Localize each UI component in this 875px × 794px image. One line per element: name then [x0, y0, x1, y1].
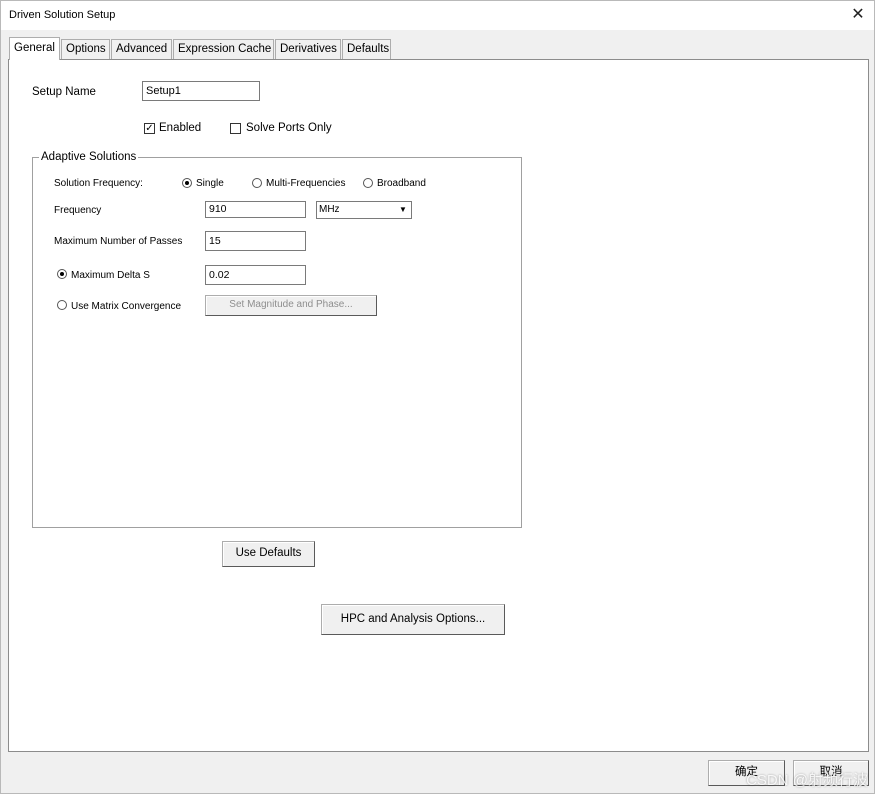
use-matrix-convergence-label: Use Matrix Convergence	[71, 301, 182, 312]
broadband-radio[interactable]	[363, 178, 373, 188]
adaptive-solutions-title: Adaptive Solutions	[39, 151, 139, 163]
max-delta-s-label: Maximum Delta S	[71, 270, 150, 281]
solve-ports-only-checkbox[interactable]	[230, 123, 241, 134]
solution-frequency-label: Solution Frequency:	[54, 178, 143, 189]
setup-name-label: Setup Name	[32, 86, 96, 98]
use-defaults-button[interactable]: Use Defaults	[222, 541, 315, 567]
tab-defaults[interactable]: Defaults	[342, 39, 391, 59]
hpc-analysis-options-button[interactable]: HPC and Analysis Options...	[321, 604, 505, 635]
enabled-label: Enabled	[159, 122, 202, 134]
title-bar: Driven Solution Setup ✕	[1, 1, 874, 30]
solve-ports-only-label: Solve Ports Only	[246, 122, 332, 134]
broadband-label: Broadband	[377, 178, 426, 189]
watermark-text: CSDN @射频行波	[746, 772, 868, 789]
setup-name-input[interactable]: Setup1	[142, 81, 260, 101]
general-panel: Setup Name Setup1 ✓ Enabled Solve Ports …	[8, 59, 869, 752]
window-title: Driven Solution Setup	[9, 9, 116, 21]
enabled-checkbox[interactable]: ✓	[144, 123, 155, 134]
tab-expression-cache[interactable]: Expression Cache	[173, 39, 274, 59]
max-delta-s-radio[interactable]	[57, 269, 67, 279]
multi-frequencies-label: Multi-Frequencies	[266, 178, 346, 189]
close-icon[interactable]: ✕	[846, 4, 870, 26]
use-matrix-convergence-radio[interactable]	[57, 300, 67, 310]
max-delta-s-input[interactable]: 0.02	[205, 265, 306, 285]
set-magnitude-phase-button[interactable]: Set Magnitude and Phase...	[205, 295, 377, 316]
max-passes-input[interactable]: 15	[205, 231, 306, 251]
frequency-input[interactable]: 910	[205, 201, 306, 218]
single-label: Single	[196, 178, 224, 189]
frequency-unit-value: MHz	[319, 204, 340, 215]
frequency-label: Frequency	[54, 205, 102, 216]
tab-advanced[interactable]: Advanced	[111, 39, 172, 59]
multi-frequencies-radio[interactable]	[252, 178, 262, 188]
frequency-unit-select[interactable]: MHz ▼	[316, 201, 412, 219]
tab-general[interactable]: General	[9, 37, 60, 60]
chevron-down-icon: ▼	[399, 205, 407, 214]
single-radio[interactable]	[182, 178, 192, 188]
tab-derivatives[interactable]: Derivatives	[275, 39, 341, 59]
dialog-window: Driven Solution Setup ✕ General Options …	[0, 0, 875, 794]
max-passes-label: Maximum Number of Passes	[54, 236, 183, 247]
tab-options[interactable]: Options	[61, 39, 110, 59]
